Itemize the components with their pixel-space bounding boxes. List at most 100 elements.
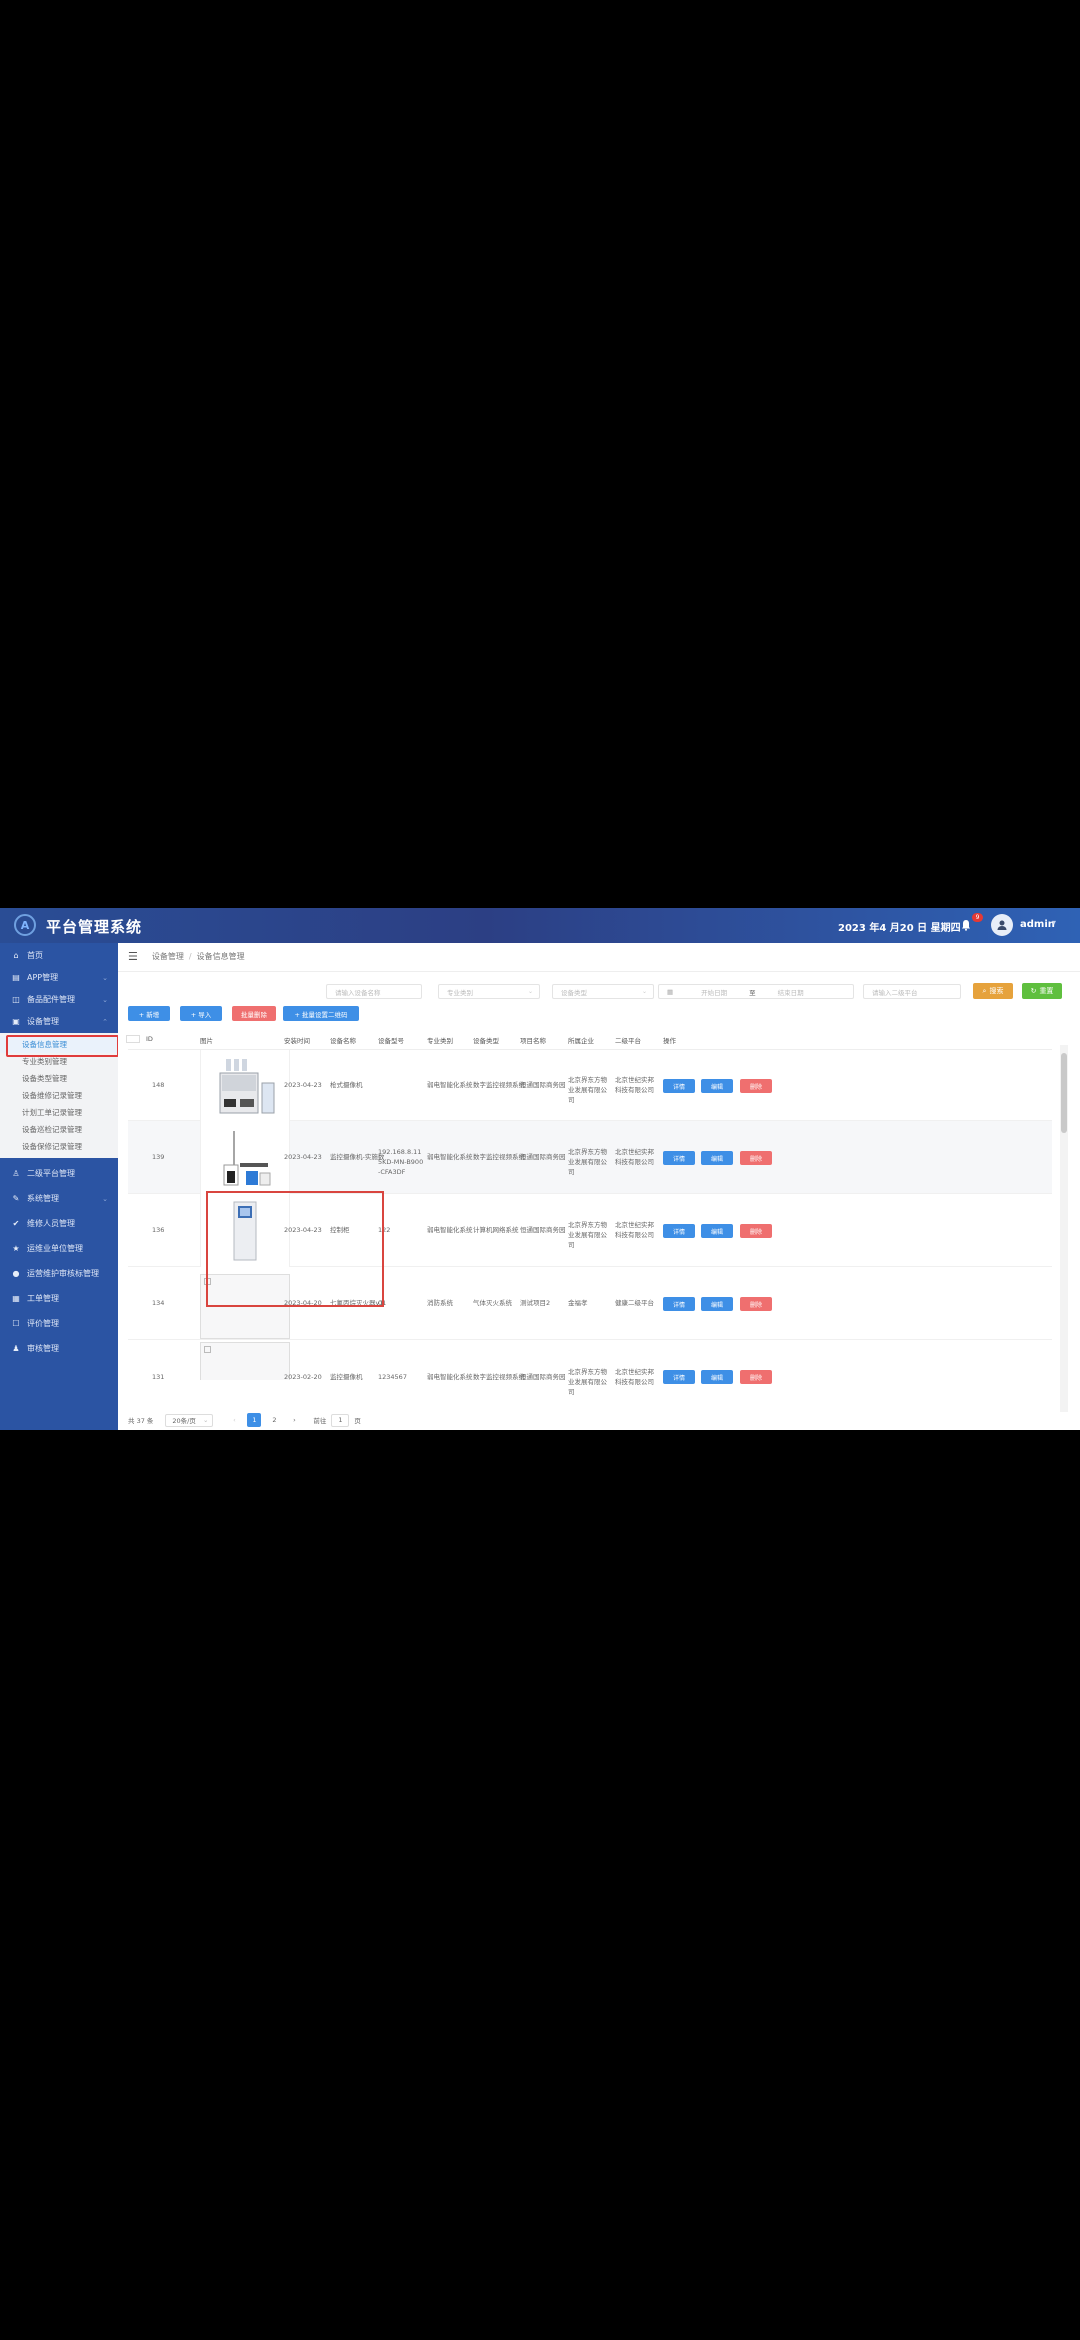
page-size-select[interactable]: 20条/页 ⌄	[165, 1413, 214, 1427]
category-select[interactable]: 专业类别 ⌄	[438, 984, 540, 999]
person-icon: ♟	[12, 1344, 20, 1353]
avatar[interactable]	[991, 914, 1013, 936]
sidebar-item-system[interactable]: ✎ 系统管理 ⌄	[0, 1186, 118, 1211]
reset-button[interactable]: ↻ 重置	[1022, 983, 1062, 999]
table-header: ID 图片 安装时间 设备名称 设备型号 专业类别 设备类型 项目名称 所属企业…	[126, 1028, 1052, 1050]
platform-input[interactable]: 请输入二级平台	[863, 984, 961, 999]
edit-button[interactable]: 编辑	[701, 1370, 733, 1384]
cell-category: 消防系统	[427, 1299, 453, 1307]
detail-button[interactable]: 详情	[663, 1079, 695, 1093]
table-scrollbar[interactable]	[1060, 1045, 1068, 1412]
select-all-checkbox[interactable]	[126, 1035, 140, 1043]
main-content: ☰ 设备管理 / 设备信息管理 请输入设备名称 专业类别 ⌄ 设备类型 ⌄ ▦ 开始…	[118, 943, 1080, 1430]
total-count: 共 37 条	[128, 1417, 154, 1425]
sidebar-item-label: 审核管理	[27, 1344, 59, 1353]
edit-button[interactable]: 编辑	[701, 1224, 733, 1238]
cell-type: 计算机网络系统	[473, 1226, 519, 1234]
detail-button[interactable]: 详情	[663, 1224, 695, 1238]
sidebar-item-label: APP管理	[27, 973, 59, 982]
search-label: 搜索	[989, 987, 1004, 995]
cell-category: 弱电智能化系统	[427, 1373, 473, 1381]
delete-button[interactable]: 删除	[740, 1224, 772, 1238]
broken-image[interactable]	[200, 1342, 290, 1380]
submenu-plan-orders[interactable]: 计划工单记录管理	[0, 1104, 118, 1121]
cell-company: 北京界东方物业发展有限公司	[568, 1221, 607, 1249]
submenu-inspection-records[interactable]: 设备巡检记录管理	[0, 1121, 118, 1138]
batch-qrcode-button[interactable]: + 批量设置二维码	[283, 1006, 359, 1021]
device-type-select[interactable]: 设备类型 ⌄	[552, 984, 654, 999]
menu-toggle-icon[interactable]: ☰	[128, 950, 138, 963]
column-header: 设备型号	[378, 1037, 404, 1045]
edit-button[interactable]: 编辑	[701, 1151, 733, 1165]
logo-icon: A	[14, 914, 36, 936]
edit-button[interactable]: 编辑	[701, 1079, 733, 1093]
cell-project: 恒通国际商务园	[520, 1373, 566, 1381]
detail-button[interactable]: 详情	[663, 1151, 695, 1165]
placeholder: 设备类型	[561, 988, 587, 997]
delete-button[interactable]: 删除	[740, 1297, 772, 1311]
next-page-button[interactable]: ›	[287, 1413, 301, 1427]
batch-delete-button[interactable]: 批量删除	[232, 1006, 276, 1021]
current-date: 2023 年4 月20 日 星期四	[838, 923, 961, 934]
cell-device-name: 监控摄像机	[330, 1373, 363, 1381]
import-button[interactable]: + 导入	[180, 1006, 222, 1021]
column-header: 图片	[200, 1037, 213, 1045]
ticket-icon: ▦	[12, 1294, 20, 1303]
breadcrumb-item[interactable]: 设备管理	[152, 951, 184, 962]
table-row: 148 2023-04-23 枪式摄像机 弱电智能化系统 数字监控视频系统 恒通…	[128, 1050, 1052, 1121]
add-button[interactable]: + 新增	[128, 1006, 170, 1021]
date-range-picker[interactable]: ▦ 开始日期 至 结束日期	[658, 984, 854, 999]
scrollbar-thumb[interactable]	[1061, 1053, 1067, 1133]
submenu-repair-records[interactable]: 设备维修记录管理	[0, 1087, 118, 1104]
cell-company: 北京界东方物业发展有限公司	[568, 1368, 607, 1396]
sidebar-item-label: 维修人员管理	[27, 1219, 75, 1228]
sidebar-item-units[interactable]: ★ 运维业单位管理	[0, 1236, 118, 1261]
device-name-input[interactable]: 请输入设备名称	[326, 984, 422, 999]
device-image[interactable]	[200, 1121, 290, 1194]
chevron-down-icon[interactable]: ▾	[1052, 918, 1056, 927]
delete-button[interactable]: 删除	[740, 1079, 772, 1093]
page-size-value: 20条/页	[172, 1417, 196, 1425]
sidebar-item-staff[interactable]: ✔ 维修人员管理	[0, 1211, 118, 1236]
sidebar-item-reviews[interactable]: ☐ 评价管理	[0, 1311, 118, 1336]
sidebar-item-device[interactable]: ▣ 设备管理 ⌃	[0, 1009, 118, 1034]
notification-badge: 9	[972, 913, 983, 922]
calendar-icon: ▦	[667, 987, 674, 996]
submenu-warranty-records[interactable]: 设备保修记录管理	[0, 1138, 118, 1155]
column-header: 二级平台	[615, 1037, 641, 1045]
prev-page-button[interactable]: ‹	[227, 1413, 241, 1427]
cell-model: 192.168.8.115KD-MN-B900-CFA3DF	[378, 1148, 424, 1176]
info-icon: ●	[12, 1269, 20, 1278]
sidebar-item-tickets[interactable]: ▦ 工单管理	[0, 1286, 118, 1311]
sidebar-item-label: 运营维护审核标管理	[27, 1269, 99, 1278]
cell-type: 数字监控视频系统	[473, 1153, 525, 1161]
bell-icon[interactable]	[960, 919, 972, 931]
page-button-1[interactable]: 1	[247, 1413, 262, 1427]
detail-button[interactable]: 详情	[663, 1370, 695, 1384]
top-header: A 平台管理系统 2023 年4 月20 日 星期四 9 admin ▾	[0, 908, 1080, 943]
sidebar: ⌂ 首页 ▤ APP管理 ⌄ ◫ 备品配件管理 ⌄ ▣ 设备管理 ⌃ 设备信息管理 专业类别管…	[0, 943, 119, 1430]
placeholder: 请输入二级平台	[872, 988, 918, 997]
submenu-device-type[interactable]: 设备类型管理	[0, 1070, 118, 1087]
placeholder: 专业类别	[447, 988, 473, 997]
column-header: 安装时间	[284, 1037, 310, 1045]
placeholder: 请输入设备名称	[335, 988, 381, 997]
edit-button[interactable]: 编辑	[701, 1297, 733, 1311]
delete-button[interactable]: 删除	[740, 1370, 772, 1384]
username[interactable]: admin	[1020, 919, 1055, 930]
goto-page-input[interactable]: 1	[331, 1413, 350, 1427]
end-date: 结束日期	[777, 988, 804, 997]
chevron-down-icon: ⌄	[102, 973, 108, 982]
goto-suffix: 页	[354, 1417, 361, 1425]
device-photo-icon	[223, 1130, 271, 1185]
page-button-2[interactable]: 2	[267, 1413, 281, 1427]
search-button[interactable]: ⌕ 搜索	[973, 983, 1013, 999]
sidebar-item-audit[interactable]: ♟ 审核管理	[0, 1336, 118, 1361]
delete-button[interactable]: 删除	[740, 1151, 772, 1165]
sidebar-item-audit-standard[interactable]: ● 运营维护审核标管理	[0, 1261, 118, 1286]
sidebar-item-platform[interactable]: ♙ 二级平台管理	[0, 1161, 118, 1186]
sidebar-item-label: 评价管理	[27, 1319, 59, 1328]
cell-category: 弱电智能化系统	[427, 1081, 473, 1089]
detail-button[interactable]: 详情	[663, 1297, 695, 1311]
device-image[interactable]	[200, 1050, 290, 1121]
